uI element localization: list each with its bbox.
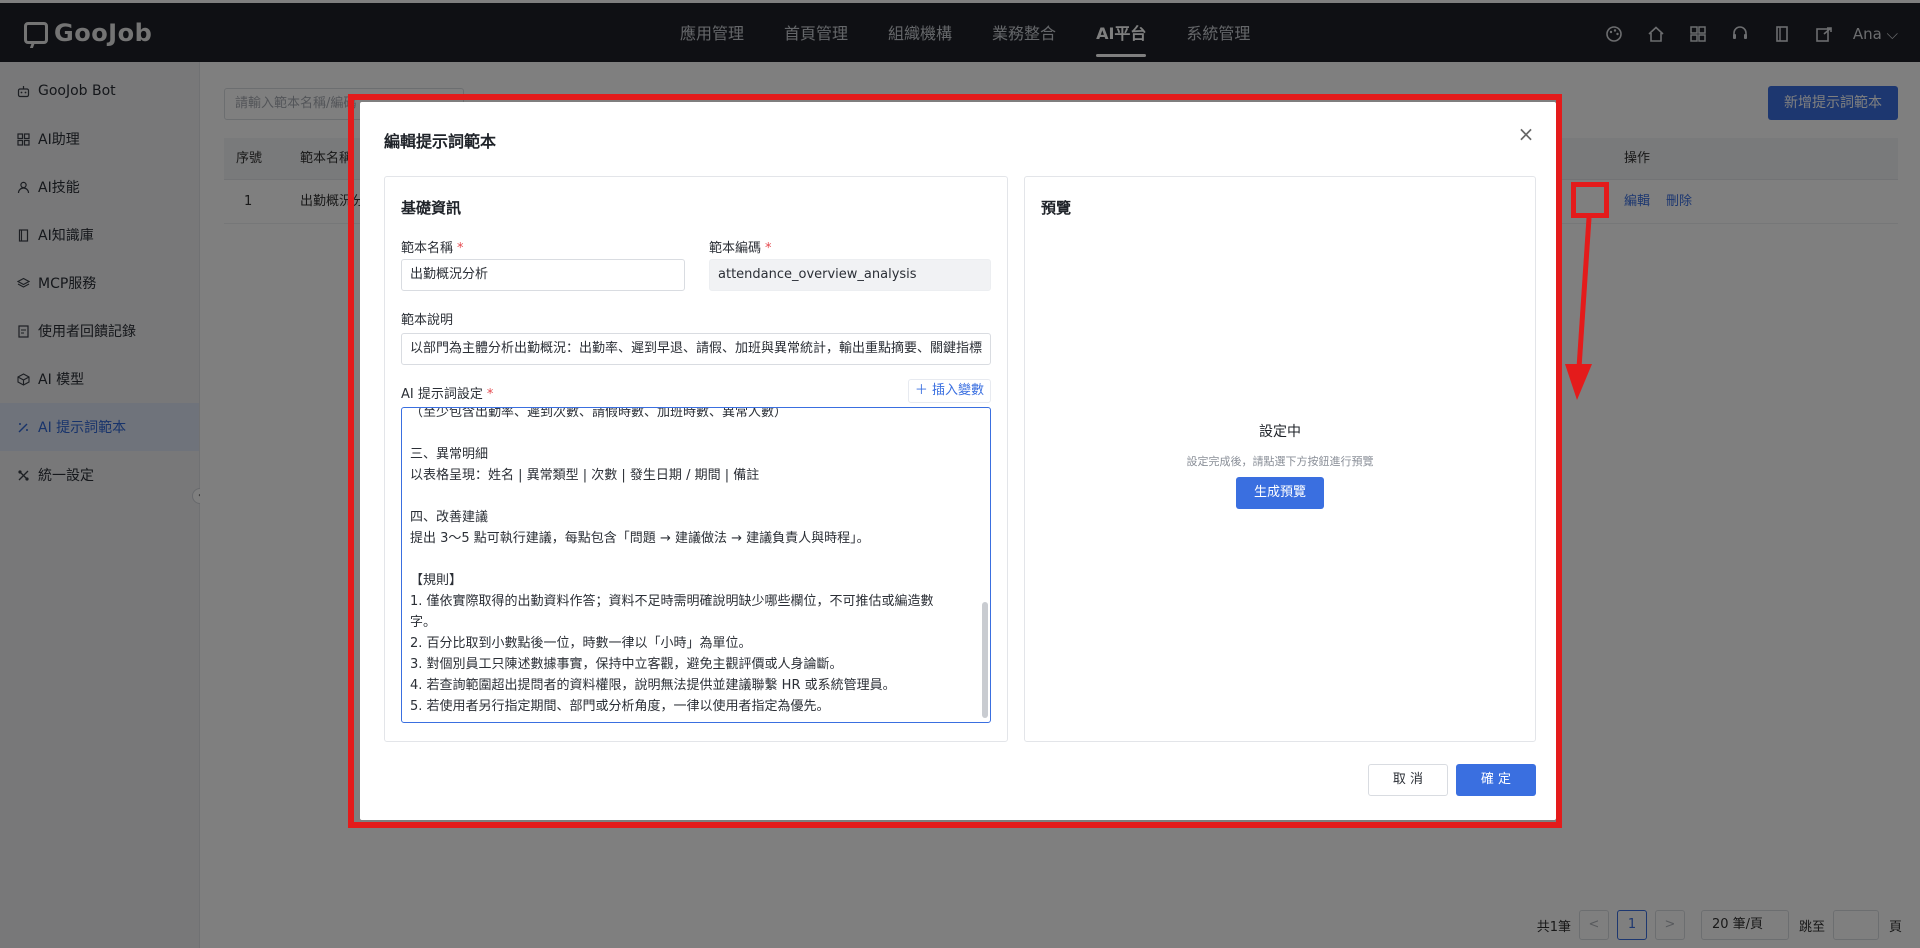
prompt-line: 四、改善建議 bbox=[410, 510, 489, 525]
required-marker: * bbox=[457, 241, 464, 256]
template-description-input[interactable]: 以部門為主體分析出勤概況：出勤率、遲到早退、請假、加班與異常統計，輸出重點摘要、… bbox=[401, 333, 991, 365]
prompt-line: 1. 僅依實際取得的出勤資料作答；資料不足時需明確說明缺少哪些欄位，不可推估或編… bbox=[410, 594, 934, 609]
preview-title: 預覽 bbox=[1041, 199, 1072, 217]
basic-info-panel: 基礎資訊 範本名稱 * 出勤概況分析 範本編碼 * attendance_overv… bbox=[384, 176, 1008, 742]
basic-info-title: 基礎資訊 bbox=[401, 199, 462, 217]
template-name-label-text: 範本名稱 bbox=[401, 241, 454, 256]
plus-icon: ＋ bbox=[914, 383, 928, 398]
prompt-line: 5. 若使用者另行指定期間、部門或分析角度，一律以使用者指定為優先。 bbox=[410, 699, 830, 714]
confirm-button[interactable]: 確 定 bbox=[1456, 764, 1536, 796]
template-name-input[interactable]: 出勤概況分析 bbox=[401, 259, 685, 291]
template-code-label: 範本編碼 * bbox=[709, 237, 772, 256]
prompt-line: 字。 bbox=[410, 615, 437, 630]
prompt-line: （至少包含出勤率、遲到次數、請假時數、加班時數、異常人數） bbox=[410, 407, 788, 420]
prompt-line bbox=[410, 549, 976, 570]
dialog-title: 編輯提示詞範本 bbox=[384, 132, 497, 151]
template-description-label: 範本說明 bbox=[401, 313, 454, 328]
template-name-label: 範本名稱 * bbox=[401, 237, 464, 256]
insert-variable-button[interactable]: ＋ 插入變數 bbox=[907, 379, 991, 403]
prompt-line: 提出 3～5 點可執行建議，每點包含「問題 → 建議做法 → 建議負責人與時程」… bbox=[410, 531, 870, 546]
required-marker: * bbox=[486, 387, 494, 402]
prompt-settings-label: AI 提示詞設定 * bbox=[401, 383, 493, 402]
prompt-settings-label-text: AI 提示詞設定 bbox=[401, 387, 483, 402]
prompt-line: 4. 若查詢範圍超出提問者的資料權限，說明無法提供並建議聯繫 HR 或系統管理員… bbox=[410, 678, 896, 693]
prompt-textarea[interactable]: （至少包含出勤率、遲到次數、請假時數、加班時數、異常人數） 三、異常明細 以表格… bbox=[401, 407, 991, 723]
annotation-arrow-down-icon bbox=[1565, 218, 1592, 400]
template-code-label-text: 範本編碼 bbox=[709, 241, 762, 256]
preview-status: 設定中 bbox=[1259, 424, 1301, 440]
prompt-line: 以表格呈現：姓名 | 異常類型 | 次數 | 發生日期 / 期間 | 備註 bbox=[410, 468, 760, 483]
prompt-line: 2. 百分比取到小數點後一位，時數一律以「小時」為單位。 bbox=[410, 636, 752, 651]
preview-panel: 預覽 設定中 設定完成後，請點選下方按鈕進行預覽 生成預覽 bbox=[1024, 176, 1536, 742]
required-marker: * bbox=[765, 241, 772, 256]
prompt-line: 三、異常明細 bbox=[410, 447, 489, 462]
prompt-line: 【規則】 bbox=[410, 573, 463, 588]
edit-prompt-template-dialog: 編輯提示詞範本 × 基礎資訊 範本名稱 * 出勤概況分析 範本編碼 * attend… bbox=[360, 102, 1556, 820]
annotation-highlight-edit bbox=[1571, 182, 1609, 218]
prompt-line bbox=[410, 423, 976, 444]
close-icon[interactable]: × bbox=[1516, 124, 1536, 144]
generate-preview-button[interactable]: 生成預覽 bbox=[1236, 477, 1324, 509]
template-code-input: attendance_overview_analysis bbox=[709, 259, 991, 291]
prompt-line: 3. 對個別員工只陳述數據事實，保持中立客觀，避免主觀評價或人身論斷。 bbox=[410, 657, 843, 672]
cancel-button[interactable]: 取 消 bbox=[1368, 764, 1448, 796]
insert-variable-label: 插入變數 bbox=[931, 383, 984, 398]
textarea-scrollbar[interactable] bbox=[982, 602, 988, 718]
prompt-line bbox=[410, 486, 976, 507]
preview-hint: 設定完成後，請點選下方按鈕進行預覽 bbox=[1186, 455, 1374, 468]
